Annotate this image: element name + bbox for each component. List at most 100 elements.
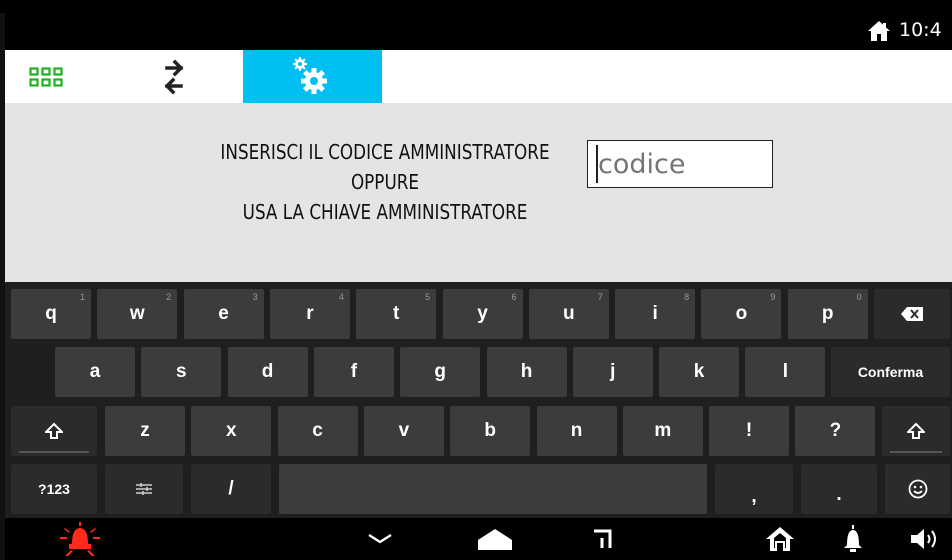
key-![interactable]: ! bbox=[709, 406, 790, 456]
key-s[interactable]: s bbox=[141, 347, 222, 397]
key-h[interactable]: h bbox=[486, 347, 567, 397]
confirm-key[interactable]: Conferma bbox=[831, 347, 950, 397]
key-g[interactable]: g bbox=[400, 347, 481, 397]
admin-code-panel: INSERISCI IL CODICE AMMINISTRATORE OPPUR… bbox=[5, 103, 952, 282]
volume-icon bbox=[910, 527, 940, 551]
recents-button[interactable] bbox=[573, 518, 633, 560]
home-shortcut-button[interactable] bbox=[750, 518, 810, 560]
onscreen-keyboard: q1w2e3r4t5y6u7i8o9p0 asdfghjkl Conferma … bbox=[5, 282, 952, 518]
symbols-key[interactable]: ?123 bbox=[11, 464, 97, 514]
slash-key[interactable]: / bbox=[191, 464, 271, 514]
key-f[interactable]: f bbox=[313, 347, 394, 397]
symbols-key-label: ?123 bbox=[38, 481, 70, 497]
backspace-key[interactable] bbox=[874, 289, 950, 339]
key-label: b bbox=[484, 420, 496, 441]
key-label: e bbox=[218, 303, 229, 324]
emoji-key[interactable] bbox=[885, 464, 950, 514]
comma-key-label: , bbox=[751, 486, 757, 507]
key-v[interactable]: v bbox=[363, 406, 444, 456]
key-hint: 8 bbox=[684, 292, 690, 302]
key-y[interactable]: y6 bbox=[442, 289, 523, 339]
back-button[interactable] bbox=[350, 518, 410, 560]
key-hint: 9 bbox=[770, 292, 776, 302]
key-label: x bbox=[226, 420, 237, 441]
key-label: h bbox=[520, 361, 533, 382]
key-label: n bbox=[570, 420, 583, 441]
shift-key-right[interactable] bbox=[882, 406, 950, 456]
tab-settings[interactable] bbox=[243, 50, 382, 103]
key-w[interactable]: w2 bbox=[97, 289, 178, 339]
smiley-icon bbox=[908, 479, 928, 499]
key-r[interactable]: r4 bbox=[269, 289, 350, 339]
shift-icon bbox=[45, 422, 63, 440]
key-z[interactable]: z bbox=[105, 406, 185, 456]
admin-code-input[interactable] bbox=[587, 140, 773, 188]
key-e[interactable]: e3 bbox=[183, 289, 264, 339]
status-time: 10:4 bbox=[899, 19, 942, 41]
key-b[interactable]: b bbox=[450, 406, 531, 456]
key-a[interactable]: a bbox=[55, 347, 135, 397]
tab-bar bbox=[5, 50, 952, 103]
home-icon bbox=[867, 20, 891, 42]
key-i[interactable]: i8 bbox=[615, 289, 696, 339]
key-n[interactable]: n bbox=[536, 406, 617, 456]
top-edge bbox=[0, 0, 952, 13]
key-label: r bbox=[306, 303, 314, 324]
shift-key-left[interactable] bbox=[11, 406, 97, 456]
key-label: m bbox=[654, 420, 672, 441]
shift-underline bbox=[890, 451, 942, 453]
key-label: l bbox=[782, 361, 789, 382]
home-nav-button[interactable] bbox=[465, 518, 525, 560]
key-d[interactable]: d bbox=[227, 347, 308, 397]
key-label: t bbox=[393, 303, 400, 324]
period-key[interactable]: . bbox=[801, 464, 877, 514]
key-hint: 4 bbox=[338, 292, 344, 302]
key-j[interactable]: j bbox=[572, 347, 653, 397]
backspace-icon bbox=[901, 307, 923, 321]
text-cursor bbox=[596, 145, 598, 183]
key-u[interactable]: u7 bbox=[528, 289, 609, 339]
recents-icon bbox=[592, 528, 614, 550]
key-l[interactable]: l bbox=[745, 347, 826, 397]
key-x[interactable]: x bbox=[191, 406, 272, 456]
gears-icon bbox=[292, 56, 328, 94]
volume-button[interactable] bbox=[898, 518, 952, 560]
key-label: f bbox=[350, 361, 358, 382]
grid-icon bbox=[29, 67, 63, 87]
key-hint: 5 bbox=[425, 292, 431, 302]
key-t[interactable]: t5 bbox=[356, 289, 437, 339]
swap-arrows-icon bbox=[161, 58, 187, 96]
tab-transfer[interactable] bbox=[125, 50, 243, 103]
key-m[interactable]: m bbox=[622, 406, 703, 456]
key-label: w bbox=[129, 303, 145, 324]
comma-key[interactable]: , bbox=[715, 464, 793, 514]
key-p[interactable]: p0 bbox=[787, 289, 868, 339]
key-label: v bbox=[398, 420, 410, 441]
bell-button[interactable] bbox=[823, 518, 883, 560]
key-o[interactable]: o9 bbox=[701, 289, 782, 339]
key-hint: 3 bbox=[252, 292, 258, 302]
shift-icon bbox=[907, 422, 925, 440]
space-key[interactable] bbox=[279, 464, 707, 514]
tab-apps[interactable] bbox=[5, 50, 125, 103]
key-?[interactable]: ? bbox=[795, 406, 876, 456]
key-label: g bbox=[434, 361, 446, 382]
prompt-line-2: OPPURE bbox=[350, 170, 420, 194]
keyboard-settings-key[interactable] bbox=[105, 464, 183, 514]
admin-prompt: INSERISCI IL CODICE AMMINISTRATORE OPPUR… bbox=[217, 137, 553, 227]
status-bar: 10:4 bbox=[5, 13, 952, 50]
alarm-button[interactable] bbox=[45, 518, 115, 560]
key-hint: 6 bbox=[511, 292, 517, 302]
key-c[interactable]: c bbox=[277, 406, 358, 456]
back-chevron-icon bbox=[367, 533, 393, 545]
prompt-line-3: USA LA CHIAVE AMMINISTRATORE bbox=[242, 200, 528, 224]
key-q[interactable]: q1 bbox=[11, 289, 91, 339]
key-k[interactable]: k bbox=[659, 347, 740, 397]
key-hint: 0 bbox=[856, 292, 862, 302]
key-hint: 1 bbox=[79, 292, 85, 302]
key-label: z bbox=[140, 420, 150, 441]
key-label: a bbox=[89, 361, 101, 382]
key-label: o bbox=[735, 303, 748, 324]
key-label: y bbox=[477, 303, 488, 324]
key-hint: 2 bbox=[166, 292, 172, 302]
